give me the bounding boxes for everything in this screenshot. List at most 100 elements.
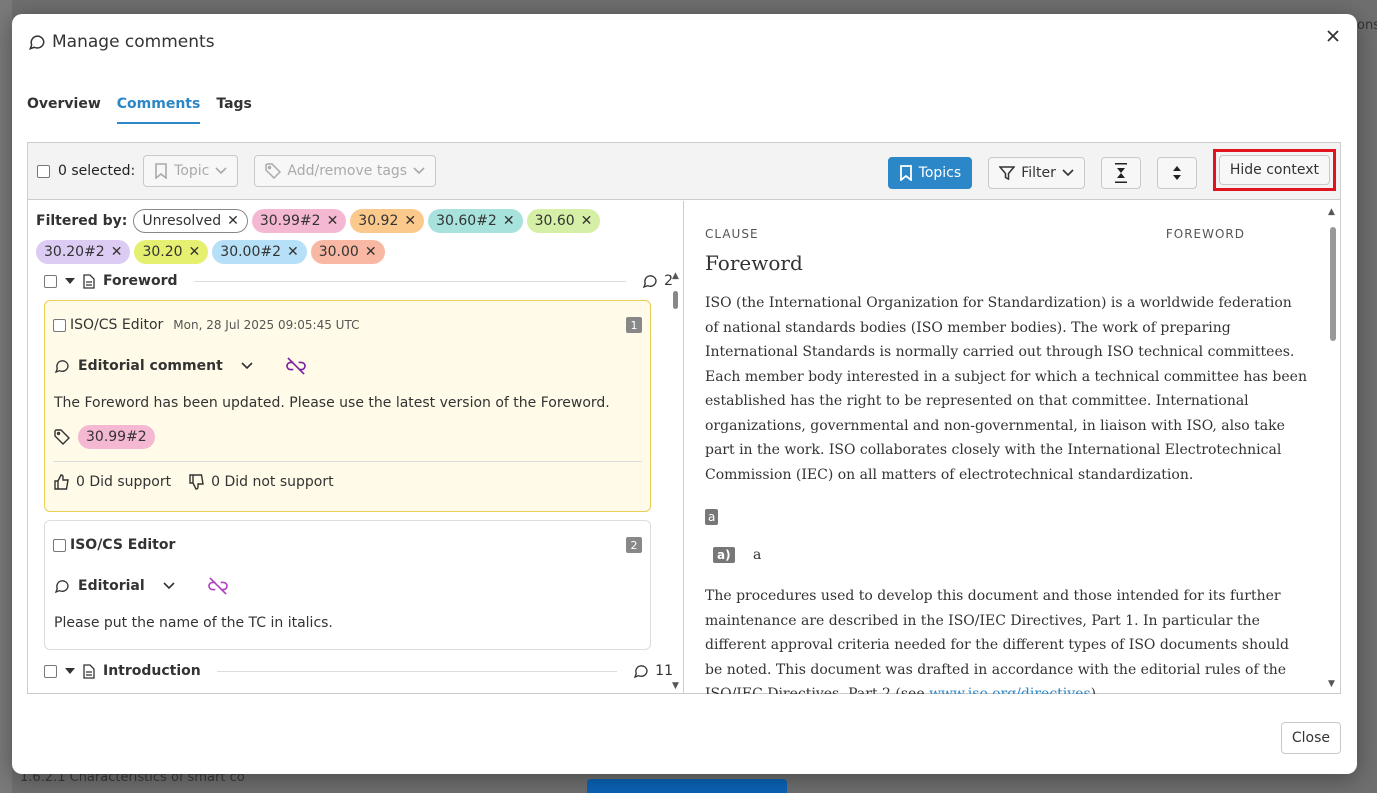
close-icon[interactable]: ✕: [404, 213, 416, 229]
topics-button[interactable]: Topics: [887, 157, 973, 189]
topic-dropdown[interactable]: Topic: [143, 155, 239, 187]
comment-checkbox[interactable]: [53, 538, 66, 552]
filter-chip[interactable]: 30.60#2 ✕: [428, 209, 523, 233]
close-icon[interactable]: ✕: [365, 244, 377, 260]
close-icon[interactable]: ✕: [327, 213, 339, 229]
chevron-down-icon[interactable]: [241, 362, 253, 370]
right-scrollbar[interactable]: ▲ ▼: [1328, 207, 1338, 689]
caret-down-icon[interactable]: [65, 277, 75, 285]
document-title: Foreword: [705, 251, 803, 275]
vote-row: 0 Did support 0 Did not support: [45, 462, 650, 500]
comment-number: 2: [626, 537, 642, 553]
expand-icon: [1170, 161, 1184, 185]
comment-icon: [54, 578, 70, 594]
close-icon[interactable]: [1321, 24, 1345, 48]
comment-type-row: Editorial: [45, 553, 650, 595]
not-support-count: 0 Did not support: [211, 474, 334, 490]
list-item-tag: a): [713, 547, 735, 563]
filter-label: Filter: [1021, 165, 1056, 181]
hide-context-button[interactable]: Hide context: [1218, 155, 1330, 185]
chip-label: 30.99#2: [259, 213, 321, 229]
filter-chip[interactable]: 30.92 ✕: [350, 209, 425, 233]
chip-label: Unresolved: [142, 213, 222, 229]
backdrop-left: [0, 0, 12, 793]
close-icon[interactable]: ✕: [227, 213, 239, 229]
comment-count: 2: [642, 273, 673, 289]
tab-overview[interactable]: Overview: [27, 96, 101, 124]
comment-card[interactable]: ISO/CS Editor Mon, 28 Jul 2025 09:05:45 …: [44, 300, 651, 512]
document-header: CLAUSE FOREWORD: [705, 227, 1245, 241]
scroll-down-icon[interactable]: ▼: [672, 681, 679, 691]
backdrop-bottom-button: [587, 779, 787, 793]
filter-chip[interactable]: 30.00#2 ✕: [212, 240, 307, 264]
scroll-down-icon[interactable]: ▼: [1328, 679, 1335, 689]
close-icon[interactable]: ✕: [287, 244, 299, 260]
comment-card[interactable]: ISO/CS Editor 2 Editorial Please put the…: [44, 520, 651, 650]
funnel-icon: [999, 165, 1016, 181]
document-icon: [83, 663, 95, 679]
filter-chip[interactable]: 30.99#2 ✕: [251, 209, 347, 233]
thumbs-down-icon: [189, 474, 205, 490]
filter-chips: Filtered by: Unresolved ✕ 30.99#2 ✕ 30.92 ✕…: [28, 201, 668, 264]
tag-icon: [265, 163, 282, 179]
element-tag: a: [705, 509, 719, 525]
clause-label: CLAUSE: [705, 227, 759, 241]
left-scrollbar[interactable]: ▲ ▼: [671, 271, 681, 691]
comment-checkbox[interactable]: [53, 318, 66, 332]
divider: [193, 280, 627, 282]
bookmark-icon: [154, 163, 168, 179]
expand-all-button[interactable]: [1156, 157, 1197, 189]
filter-chip[interactable]: Unresolved ✕: [133, 209, 248, 233]
scrollbar-thumb[interactable]: [1330, 227, 1336, 341]
comment-icon: [28, 33, 46, 51]
filter-chip[interactable]: 30.20 ✕: [134, 240, 209, 264]
divider: [216, 670, 618, 672]
not-support-button[interactable]: 0 Did not support: [189, 474, 334, 490]
filter-chip[interactable]: 30.00 ✕: [310, 240, 385, 264]
chip-label: 30.60: [534, 213, 575, 229]
comment-author: ISO/CS Editor: [70, 317, 164, 333]
select-all-checkbox[interactable]: [37, 164, 50, 178]
tab-comments[interactable]: Comments: [116, 96, 201, 124]
tab-tags[interactable]: Tags: [216, 96, 252, 124]
tags-label: Add/remove tags: [287, 163, 408, 179]
filter-chip[interactable]: 30.20#2 ✕: [36, 240, 131, 264]
document-icon: [83, 273, 95, 289]
comment-tags: 30.99#2: [45, 411, 650, 449]
section-checkbox[interactable]: [44, 274, 57, 288]
comment-date: Mon, 28 Jul 2025 09:05:45 UTC: [173, 318, 360, 332]
selected-count: 0 selected:: [58, 163, 136, 179]
scroll-up-icon[interactable]: ▲: [1328, 207, 1335, 217]
chevron-down-icon: [413, 167, 425, 175]
dialog-title: Manage comments: [52, 32, 215, 52]
collapse-all-button[interactable]: [1100, 157, 1141, 189]
comment-number: 1: [626, 317, 642, 333]
directives-link[interactable]: www.iso.org/directives: [929, 686, 1091, 694]
close-button[interactable]: Close: [1280, 722, 1341, 754]
close-icon[interactable]: ✕: [503, 213, 515, 229]
bookmark-icon: [899, 165, 913, 181]
filtered-by-label: Filtered by:: [36, 213, 128, 229]
hide-context-highlight: Hide context: [1212, 149, 1336, 191]
caret-down-icon[interactable]: [65, 667, 75, 675]
close-icon[interactable]: ✕: [189, 244, 201, 260]
close-icon[interactable]: ✕: [111, 244, 123, 260]
section-checkbox[interactable]: [44, 664, 57, 678]
filter-chip[interactable]: 30.60 ✕: [526, 209, 601, 233]
support-count: 0 Did support: [76, 474, 172, 490]
comment-tag[interactable]: 30.99#2: [78, 425, 155, 449]
scroll-up-icon[interactable]: ▲: [672, 271, 679, 281]
topics-label: Topics: [918, 165, 962, 181]
chevron-down-icon[interactable]: [163, 582, 175, 590]
unlink-icon[interactable]: [285, 357, 307, 375]
close-icon[interactable]: ✕: [581, 213, 593, 229]
filter-dropdown[interactable]: Filter: [988, 157, 1085, 189]
add-remove-tags-dropdown[interactable]: Add/remove tags: [254, 155, 437, 187]
chevron-down-icon: [215, 167, 227, 175]
support-button[interactable]: 0 Did support: [54, 474, 171, 490]
unlink-icon[interactable]: [207, 577, 229, 595]
chip-label: 30.00#2: [220, 244, 281, 260]
scrollbar-thumb[interactable]: [673, 291, 678, 309]
comment-icon: [54, 358, 70, 374]
chip-label: 30.60#2: [436, 213, 497, 229]
